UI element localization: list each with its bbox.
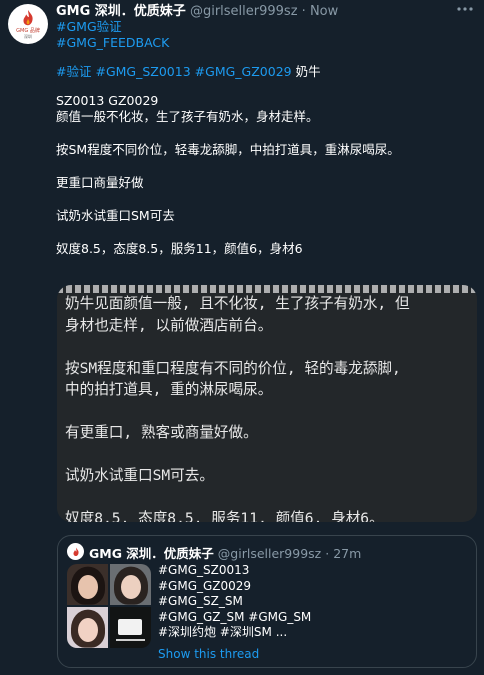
hashtag-link[interactable]: #GMG验证	[56, 19, 122, 34]
header-separator: ·	[301, 4, 306, 19]
price-text: 按SM程度不同价位，轻毒龙舔脚，中拍打道具，重淋尿喝尿。	[56, 142, 400, 157]
media-thumbnail[interactable]	[110, 564, 151, 605]
attached-image[interactable]: 奶牛见面颜值一般, 且不化妆, 生了孩子有奶水, 但 身材也走样, 以前做酒店前…	[57, 285, 477, 522]
quoted-line: #GMG_SZ_SM	[158, 594, 243, 609]
tag-tail-text: 奶牛	[291, 64, 321, 79]
quoted-separator: ·	[325, 546, 330, 561]
quoted-author-handle: @girlseller999sz	[217, 546, 322, 561]
tweet-text: #GMG验证 #GMG_FEEDBACK #验证 #GMG_SZ0013 #GM…	[56, 19, 470, 257]
hashtag-link[interactable]: #GMG_SZ0013	[95, 64, 190, 79]
flame-logo-icon	[23, 9, 33, 26]
image-text-line: 身材也走样, 以前做酒店前台。	[65, 316, 273, 334]
ratings-text: 奴度8.5，态度8.5，服务11，颜值6，身材6	[56, 241, 303, 256]
quoted-timestamp: 27m	[333, 546, 362, 561]
author-avatar[interactable]: GMG 品牌 深圳	[8, 4, 48, 44]
repeat-text: 更重口商量好做	[56, 175, 144, 190]
hashtag-link[interactable]: #验证	[56, 64, 91, 79]
quoted-line: #GMG_SZ0013	[158, 563, 250, 577]
avatar-brand-subtext: 深圳	[24, 34, 32, 39]
image-text-line: 按SM程度和重口程度有不同的价位, 轻的毒龙舔脚,	[65, 359, 401, 377]
media-thumbnail[interactable]	[110, 607, 151, 648]
show-thread-link[interactable]: Show this thread	[158, 647, 259, 661]
image-text-line: 奴度8.5, 态度8.5, 服务11, 颜值6, 身材6。	[65, 510, 384, 522]
image-text-line: 试奶水试重口SM可去。	[65, 467, 214, 484]
image-text-line: 有更重口, 熟客或商量好做。	[65, 424, 258, 441]
hashtag-link[interactable]: #GMG_FEEDBACK	[56, 35, 169, 50]
tweet-timestamp[interactable]: Now	[310, 4, 338, 19]
try-text: 试奶水试重口SM可去	[56, 208, 175, 223]
quoted-line: #GMG_GZ0029	[158, 578, 252, 593]
media-thumbnail[interactable]	[67, 607, 108, 648]
quoted-text: #GMG_SZ0013 #GMG_GZ0029 #GMG_SZ_SM #GMG_…	[158, 563, 468, 641]
flame-logo-icon	[73, 547, 79, 556]
image-text-block: 奶牛见面颜值一般, 且不化妆, 生了孩子有奶水, 但 身材也走样, 以前做酒店前…	[65, 293, 467, 522]
quoted-tweet[interactable]: GMG 深圳．优质妹子 @girlseller999sz · 27m #GMG_…	[57, 535, 477, 668]
author-handle[interactable]: @girlseller999sz	[190, 4, 298, 19]
quoted-author-name: GMG 深圳．优质妹子	[89, 546, 214, 561]
author-name[interactable]: GMG 深圳．优质妹子	[56, 4, 186, 19]
hashtag-link[interactable]: #GMG_GZ0029	[195, 64, 292, 79]
image-text-line: 奶牛见面颜值一般, 且不化妆, 生了孩子有奶水, 但	[65, 295, 410, 312]
description-text: 颜值一般不化妆，生了孩子有奶水，身材走样。	[56, 109, 319, 124]
codes-text: SZ0013 GZ0029	[56, 93, 159, 108]
tweet-header: GMG 深圳．优质妹子 @girlseller999sz · Now	[56, 3, 454, 20]
image-text-line: 中的拍打道具, 重的淋尿喝尿。	[65, 381, 273, 398]
quoted-line: #GMG_GZ_SM #GMG_SM	[158, 609, 312, 624]
quoted-line: #深圳约炮 #深圳SM ...	[158, 625, 288, 640]
quoted-media-grid[interactable]	[67, 564, 151, 648]
image-top-cut	[57, 285, 477, 293]
media-thumbnail[interactable]	[67, 564, 108, 605]
quoted-header: GMG 深圳．优质妹子 @girlseller999sz · 27m	[89, 543, 361, 562]
quoted-author-avatar	[67, 543, 84, 560]
more-options-icon[interactable]	[456, 2, 474, 16]
